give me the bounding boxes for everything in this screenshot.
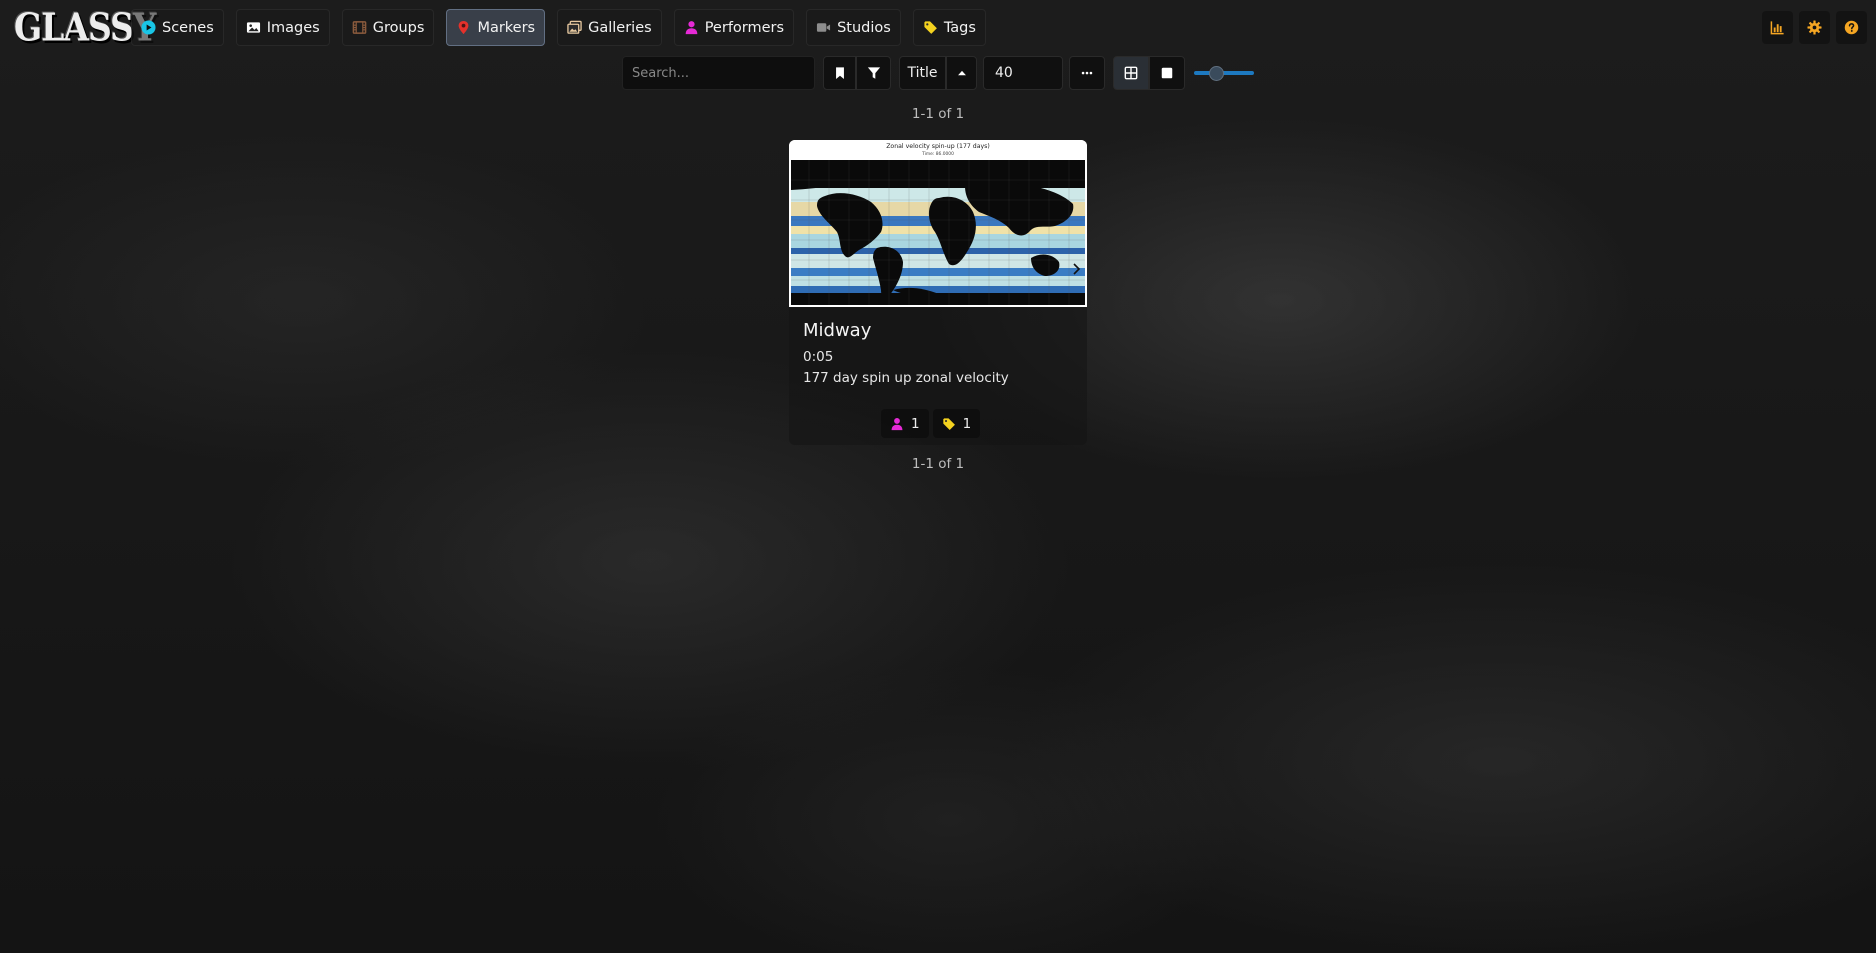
map-marker-icon (459, 20, 469, 35)
tags-popover[interactable]: 1 (932, 409, 981, 438)
play-circle-icon (141, 20, 156, 35)
tag-icon (924, 21, 937, 34)
nav-groups[interactable]: Groups (341, 9, 435, 46)
sort-direction-button[interactable] (946, 56, 977, 90)
nav-studios-label: Studios (837, 19, 891, 36)
nav-groups-label: Groups (372, 19, 425, 36)
ocean-map (791, 160, 1085, 305)
film-icon (352, 21, 367, 34)
images-icon (567, 20, 582, 34)
nav-studios[interactable]: Studios (806, 9, 901, 46)
saved-filters-button[interactable] (823, 56, 856, 90)
performers-count: 1 (911, 415, 920, 432)
sort-by-dropdown[interactable]: Title (899, 56, 946, 90)
zoom-track (1194, 71, 1254, 75)
filter-icon (867, 67, 880, 79)
marker-time: 0:05 (803, 349, 834, 365)
gear-icon (1807, 20, 1822, 35)
square-icon (1161, 67, 1173, 79)
nav-items: Scenes Images Groups Markers Galleries P… (131, 9, 986, 46)
nav-right (1762, 11, 1867, 44)
navbar: GLASSY Scenes Images Groups Markers Gall… (0, 0, 1876, 56)
card-popovers: 1 1 (881, 409, 981, 438)
performers-popover[interactable]: 1 (881, 409, 929, 438)
marker-thumbnail[interactable]: Zonal velocity spin-up (177 days) Time: … (789, 140, 1087, 307)
help-button[interactable] (1836, 11, 1867, 44)
bookmark-icon (835, 67, 844, 79)
thumbnail-title: Zonal velocity spin-up (177 days) (886, 143, 990, 150)
list-toolbar: Title 40 (622, 56, 1262, 90)
image-icon (246, 22, 260, 33)
per-page-select[interactable]: 40 (983, 56, 1063, 90)
nav-tags[interactable]: Tags (912, 9, 986, 46)
pagination-top: 1-1 of 1 (911, 106, 965, 122)
stats-button[interactable] (1762, 11, 1793, 44)
grid-icon (1124, 66, 1138, 80)
video-icon (817, 23, 831, 32)
ellipsis-icon (1081, 71, 1093, 75)
zoom-slider[interactable] (1194, 66, 1254, 81)
search-input[interactable] (622, 56, 815, 90)
nav-scenes[interactable]: Scenes (131, 9, 224, 46)
pagination-bottom: 1-1 of 1 (911, 456, 965, 472)
user-icon (685, 21, 698, 35)
caret-up-icon (957, 70, 966, 76)
nav-markers[interactable]: Markers (446, 9, 546, 46)
grid-view-button[interactable] (1113, 56, 1149, 90)
nav-images-label: Images (266, 19, 320, 36)
nav-scenes-label: Scenes (162, 19, 214, 36)
wall-view-button[interactable] (1149, 56, 1185, 90)
marker-title[interactable]: Midway (803, 320, 871, 341)
marker-description: 177 day spin up zonal velocity (803, 370, 1009, 386)
tag-icon (942, 417, 955, 430)
nav-galleries-label: Galleries (588, 19, 652, 36)
thumbnail-subtitle: Time: 86.0000 (921, 151, 954, 157)
nav-performers[interactable]: Performers (673, 9, 795, 46)
help-icon (1844, 20, 1859, 35)
nav-images[interactable]: Images (235, 9, 330, 46)
user-icon (891, 417, 903, 430)
tags-count: 1 (962, 415, 972, 432)
zoom-thumb[interactable] (1209, 66, 1224, 81)
more-options-button[interactable] (1069, 56, 1105, 90)
nav-performers-label: Performers (704, 19, 785, 36)
nav-tags-label: Tags (943, 19, 976, 36)
chart-bar-icon (1770, 21, 1784, 35)
marker-card[interactable]: Zonal velocity spin-up (177 days) Time: … (789, 140, 1087, 445)
settings-button[interactable] (1799, 11, 1830, 44)
filter-button[interactable] (856, 56, 891, 90)
nav-galleries[interactable]: Galleries (557, 9, 662, 46)
nav-markers-label: Markers (477, 19, 536, 36)
